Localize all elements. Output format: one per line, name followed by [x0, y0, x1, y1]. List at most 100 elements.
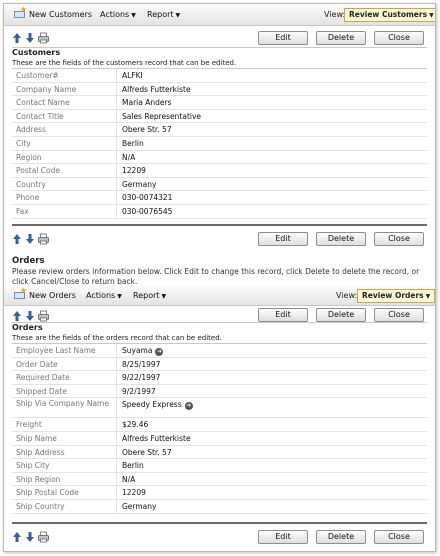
- field-value: 9/22/1997: [122, 373, 161, 383]
- caret-down-icon: ▼: [429, 12, 434, 19]
- divider: [12, 47, 427, 48]
- edit-button[interactable]: Edit: [258, 232, 308, 246]
- field-label: Shipped Date: [16, 386, 67, 396]
- field-row: Freight $29.46: [12, 418, 427, 432]
- report-menu[interactable]: Report ▼: [147, 4, 180, 26]
- field-value: $29.46: [122, 420, 149, 430]
- new-customers-button[interactable]: ★ New Customers: [14, 4, 92, 26]
- report-menu[interactable]: Report ▼: [133, 286, 166, 306]
- field-label: Region: [16, 152, 42, 162]
- field-label: Fax: [16, 206, 29, 216]
- field-value: Speedy Express: [122, 400, 182, 410]
- new-orders-button[interactable]: ★ New Orders: [14, 286, 76, 306]
- field-row: Address Obere Str. 57: [12, 123, 427, 137]
- field-row: Contact Name Maria Anders: [12, 96, 427, 110]
- field-row: Company Name Alfreds Futterkiste: [12, 82, 427, 97]
- field-label: Customer#: [16, 71, 59, 80]
- field-row: Ship Name Alfreds Futterkiste: [12, 431, 427, 446]
- actions-menu[interactable]: Actions ▼: [100, 4, 136, 26]
- field-row: Postal Code 12209: [12, 164, 427, 178]
- caret-down-icon: ▼: [161, 293, 167, 300]
- view-selector[interactable]: Review Orders ▼: [357, 289, 435, 303]
- caret-down-icon: ▼: [117, 293, 122, 300]
- down-arrow-icon[interactable]: [25, 531, 35, 543]
- field-label: Ship Country: [16, 501, 65, 511]
- close-button[interactable]: Close: [374, 31, 424, 45]
- caret-down-icon: ▼: [175, 12, 181, 19]
- up-arrow-icon[interactable]: [12, 233, 22, 245]
- field-value: N/A: [122, 474, 136, 484]
- edit-button[interactable]: Edit: [258, 308, 308, 322]
- orders-toolbar: ★ New Orders Actions ▼ Report ▼ View: Revie…: [4, 286, 435, 306]
- field-label: Company Name: [16, 84, 77, 94]
- edit-button[interactable]: Edit: [258, 530, 308, 544]
- field-label: Contact Name: [16, 98, 70, 108]
- go-arrow-icon[interactable]: ➜: [155, 348, 164, 356]
- down-arrow-icon[interactable]: [25, 32, 35, 44]
- field-row: Region N/A: [12, 150, 427, 165]
- close-button[interactable]: Close: [374, 308, 424, 322]
- divider: [12, 522, 427, 524]
- section-title: Customers: [12, 48, 61, 57]
- field-row: Contact Title Sales Representative: [12, 109, 427, 124]
- new-record-icon: ★: [14, 6, 27, 18]
- field-row: City Berlin: [12, 136, 427, 151]
- field-row: Shipped Date 9/2/1997: [12, 384, 427, 399]
- view-label: View:: [324, 10, 346, 19]
- delete-button[interactable]: Delete: [316, 308, 366, 322]
- up-arrow-icon[interactable]: [12, 531, 22, 543]
- field-value: Obere Str. 57: [122, 125, 172, 135]
- down-arrow-icon[interactable]: [25, 310, 35, 322]
- go-arrow-icon[interactable]: ➜: [184, 402, 193, 411]
- field-value: 12209: [122, 166, 146, 176]
- field-label: Ship Postal Code: [16, 488, 79, 498]
- field-value: Berlin: [122, 138, 144, 148]
- orders-instructions: Please review orders information below. …: [12, 267, 420, 286]
- orders-heading: Orders: [12, 256, 45, 266]
- customers-toolbar: ★ New Customers Actions ▼ Report ▼ View: Re…: [4, 4, 435, 26]
- field-row: Order Date 8/25/1997: [12, 357, 427, 372]
- view-label: View:: [336, 291, 358, 300]
- field-value: Germany: [122, 501, 157, 511]
- field-row: Country Germany: [12, 177, 427, 192]
- print-icon[interactable]: [38, 531, 49, 543]
- close-button[interactable]: Close: [374, 530, 424, 544]
- edit-button[interactable]: Edit: [258, 31, 308, 45]
- field-label: Ship Name: [16, 433, 57, 443]
- page-frame: ★ New Customers Actions ▼ Report ▼ View: Re…: [3, 3, 436, 552]
- divider: [12, 322, 427, 323]
- field-row: Customer# ALFKI: [12, 69, 427, 83]
- field-value: Alfreds Futterkiste: [122, 433, 191, 443]
- field-row: Ship Region N/A: [12, 472, 427, 487]
- delete-button[interactable]: Delete: [316, 31, 366, 45]
- delete-button[interactable]: Delete: [316, 232, 366, 246]
- field-value: 9/2/1997: [122, 386, 156, 396]
- print-icon[interactable]: [38, 310, 49, 322]
- field-value: 030-0076545: [122, 206, 173, 216]
- print-icon[interactable]: [38, 233, 49, 245]
- field-row: Employee Last Name Suyama ➜: [12, 344, 427, 358]
- field-value: N/A: [122, 152, 136, 162]
- close-button[interactable]: Close: [374, 232, 424, 246]
- section-description: These are the fields of the orders recor…: [12, 334, 222, 342]
- down-arrow-icon[interactable]: [25, 233, 35, 245]
- field-label: Address: [16, 125, 46, 135]
- up-arrow-icon[interactable]: [12, 32, 22, 44]
- delete-button[interactable]: Delete: [316, 530, 366, 544]
- field-label: Contact Title: [16, 111, 64, 121]
- field-label: Phone: [16, 193, 40, 203]
- up-arrow-icon[interactable]: [12, 310, 22, 322]
- field-label: Ship Address: [16, 447, 65, 457]
- field-label: Ship Region: [16, 474, 61, 484]
- field-value: 030-0074321: [122, 193, 173, 203]
- field-value: Germany: [122, 179, 157, 189]
- section-description: These are the fields of the customers re…: [12, 59, 237, 67]
- view-selector[interactable]: Review Customers ▼: [344, 8, 435, 22]
- field-label: Employee Last Name: [16, 346, 96, 355]
- field-value: ALFKI: [122, 71, 143, 80]
- print-icon[interactable]: [38, 32, 49, 44]
- caret-down-icon: ▼: [425, 293, 431, 300]
- actions-menu[interactable]: Actions ▼: [86, 286, 122, 306]
- section-title: Orders: [12, 323, 43, 332]
- field-row: Ship Via Company Name Speedy Express ➜: [12, 398, 427, 419]
